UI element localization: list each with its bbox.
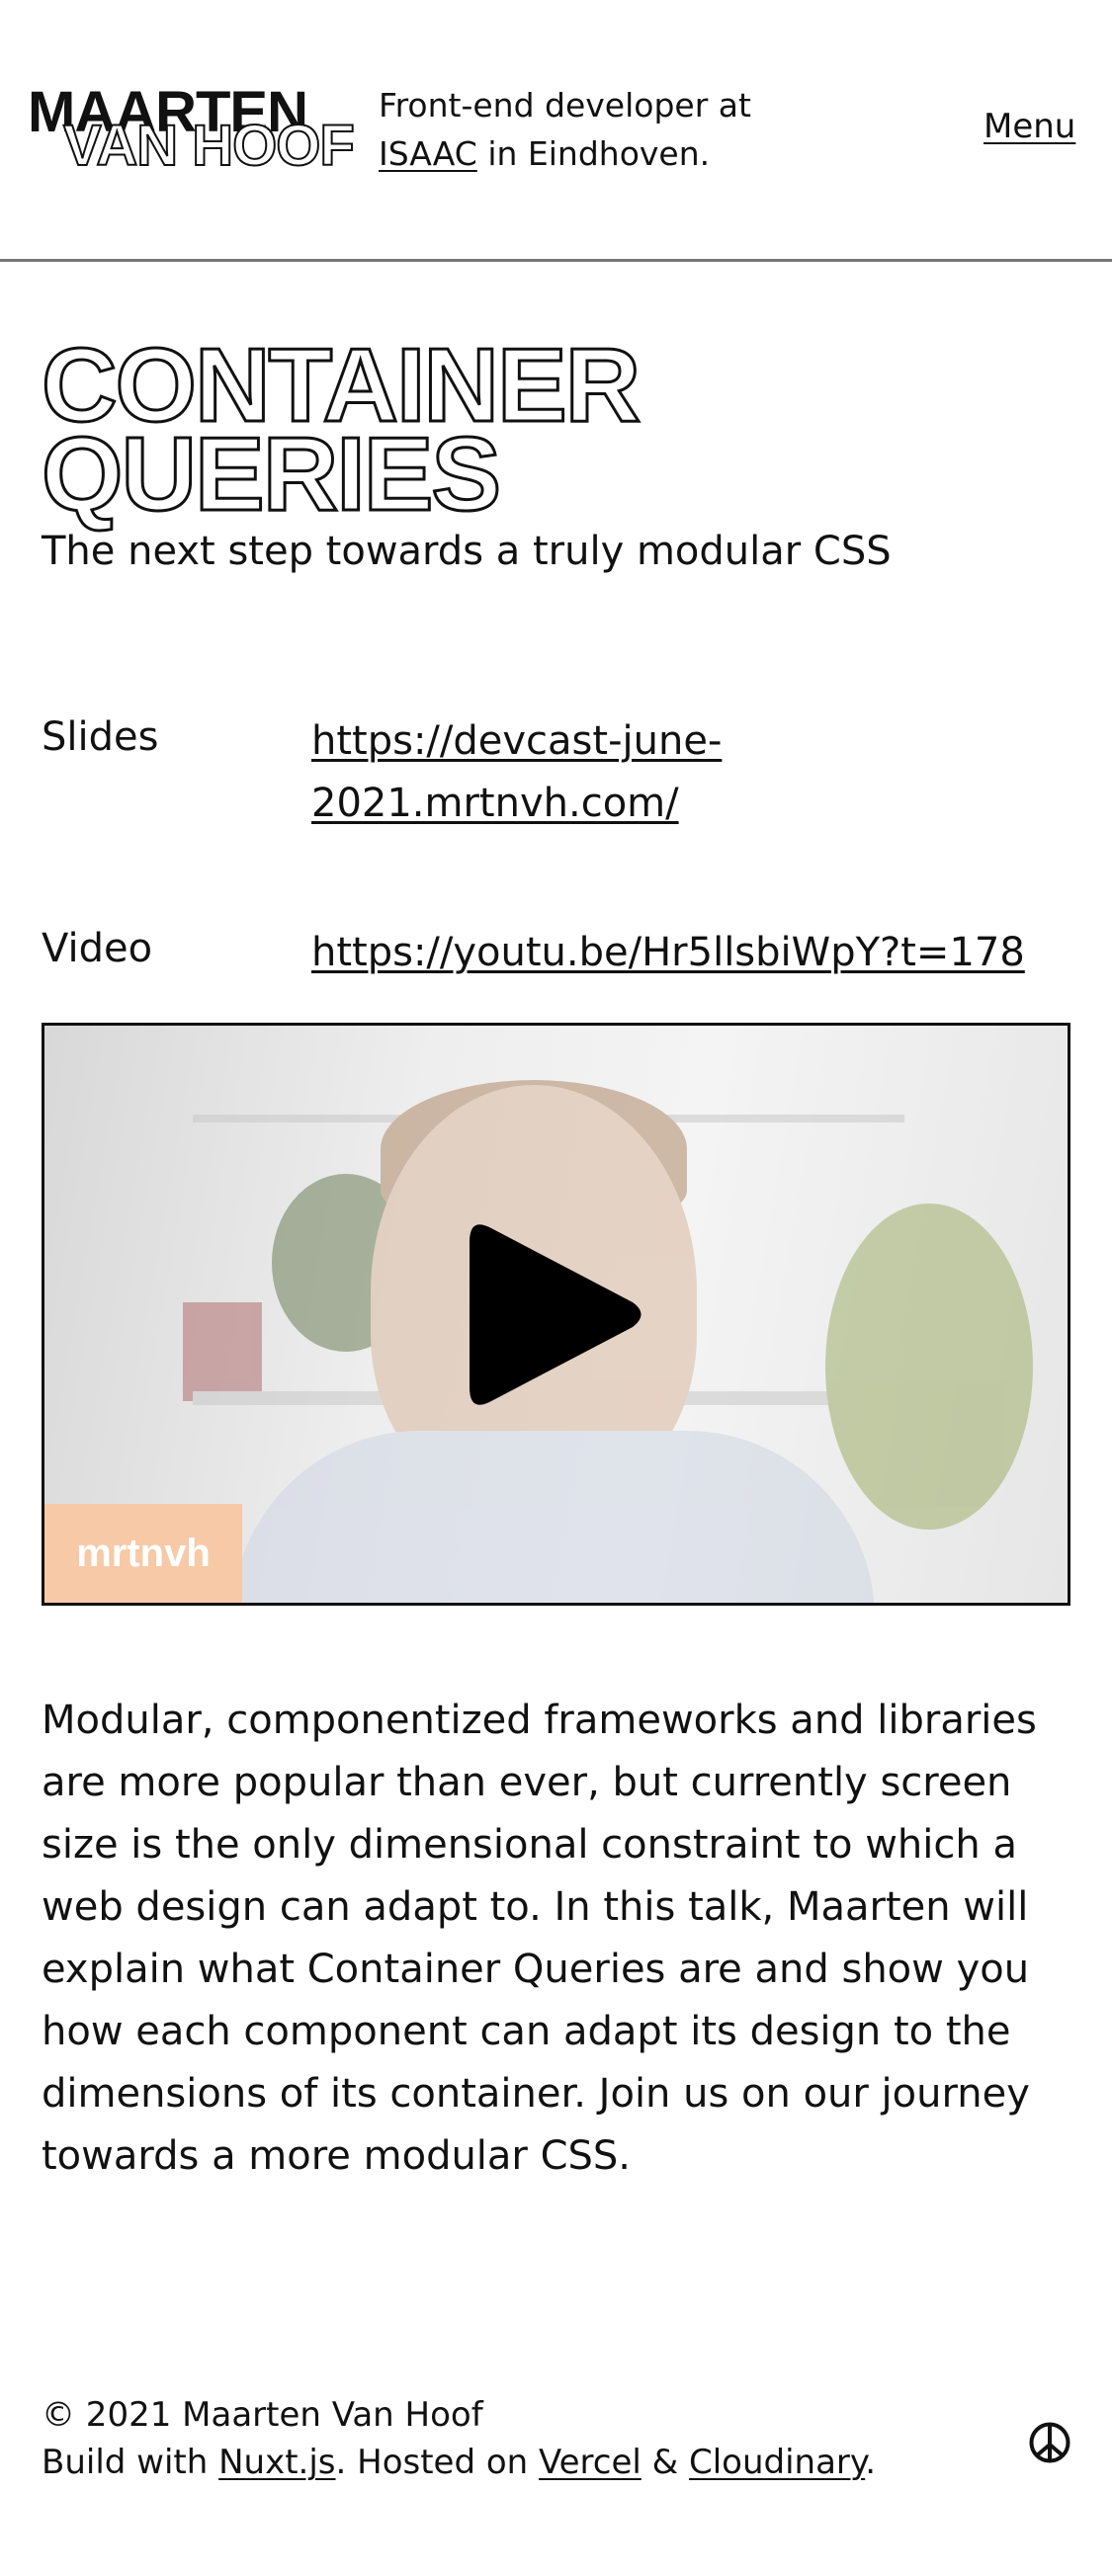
company-link[interactable]: ISAAC	[379, 134, 477, 173]
slides-value: https://devcast-june- 2021.mrtnvh.com/	[311, 710, 1063, 835]
build-prefix: Build with	[42, 2443, 209, 2482]
peace-icon	[1029, 2422, 1070, 2463]
site-header: MAARTEN VAN HOOF Front-end developer at …	[0, 0, 1112, 262]
talk-description: Modular, componentized frameworks and li…	[42, 1698, 1037, 2179]
slides-link[interactable]: https://devcast-june- 2021.mrtnvh.com/	[311, 718, 722, 826]
nuxt-link[interactable]: Nuxt.js	[218, 2443, 335, 2482]
cloudinary-link[interactable]: Cloudinary	[689, 2443, 865, 2482]
video-link[interactable]: https://youtu.be/Hr5llsbiWpY?t=178	[311, 930, 1025, 975]
page-title: CONTAINER QUERIES	[40, 332, 931, 529]
intro-prefix: Front-end developer at	[379, 86, 751, 125]
play-icon[interactable]	[470, 1218, 647, 1411]
video-label: Video	[42, 926, 153, 971]
logo-line-2: VAN HOOF	[62, 114, 356, 178]
vercel-link[interactable]: Vercel	[539, 2443, 642, 2482]
menu-button[interactable]: Menu	[984, 107, 1075, 146]
ampersand: &	[651, 2443, 679, 2482]
video-watermark: mrtnvh	[44, 1504, 242, 1603]
video-value: https://youtu.be/Hr5llsbiWpY?t=178	[311, 922, 1063, 984]
hosted-prefix: . Hosted on	[335, 2443, 529, 2482]
header-intro: Front-end developer at ISAAC in Eindhove…	[379, 81, 794, 178]
video-player[interactable]: mrtnvh	[42, 1023, 1070, 1606]
page-subtitle: The next step towards a truly modular CS…	[42, 529, 892, 574]
intro-suffix: in Eindhoven.	[487, 134, 711, 173]
slides-label: Slides	[42, 714, 159, 760]
title-line-2: QUERIES	[40, 416, 502, 533]
copyright: © 2021 Maarten Van Hoof	[42, 2395, 483, 2435]
site-footer: © 2021 Maarten Van Hoof Build with Nuxt.…	[42, 2391, 1069, 2486]
site-logo[interactable]: MAARTEN VAN HOOF	[28, 84, 364, 178]
build-end: .	[865, 2443, 876, 2482]
build-info: Build with Nuxt.js. Hosted on Vercel & C…	[42, 2439, 1069, 2486]
